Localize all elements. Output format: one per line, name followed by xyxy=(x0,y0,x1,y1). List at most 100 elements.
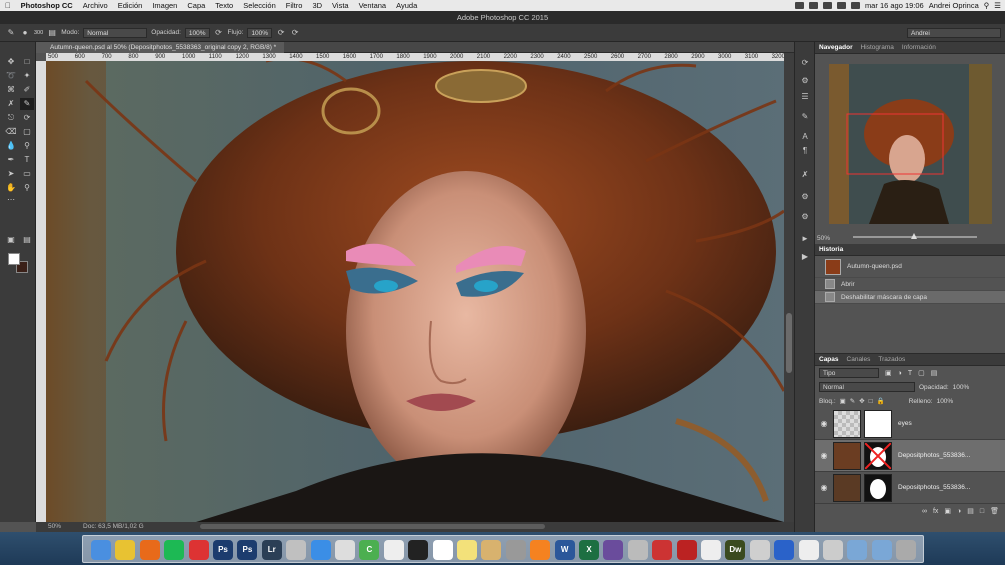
files-icon[interactable] xyxy=(481,540,502,560)
link-layers-icon[interactable]: ∞ xyxy=(922,508,927,515)
activity-icon[interactable] xyxy=(408,540,429,560)
spotify-icon[interactable] xyxy=(164,540,185,560)
menu-vista[interactable]: Vista xyxy=(327,1,354,10)
mode-select[interactable]: Normal xyxy=(83,27,148,38)
ps-icon[interactable]: Ps xyxy=(237,540,258,560)
filter-shape-icon[interactable]: ▢ xyxy=(918,369,925,377)
clock[interactable]: mar 16 ago 19:06 xyxy=(865,1,924,10)
brush-panel-icon[interactable]: ▤ xyxy=(47,28,57,38)
doc-info[interactable]: Doc: 63,5 MB/1,02 G xyxy=(83,522,144,532)
mosaic-icon[interactable] xyxy=(652,540,673,560)
ps-icon[interactable]: Ps xyxy=(213,540,233,560)
tab-navigator[interactable]: Navegador xyxy=(819,44,853,51)
character-panel-icon[interactable]: A xyxy=(799,132,811,142)
lock-pixels-icon[interactable]: ▣ xyxy=(840,397,846,405)
lock-all-icon[interactable]: 🔒 xyxy=(877,397,885,405)
menu-3d[interactable]: 3D xyxy=(307,1,327,10)
filter-smart-icon[interactable]: ▤ xyxy=(931,369,938,377)
safari-icon[interactable] xyxy=(310,540,331,560)
filezilla-icon[interactable] xyxy=(676,540,697,560)
brush-size[interactable]: 300 xyxy=(34,30,43,36)
path-select-icon[interactable]: ➤ xyxy=(4,168,18,180)
adjust-panel-icon[interactable]: ⚙ xyxy=(799,76,811,86)
move-tool-icon[interactable]: ✥ xyxy=(4,56,18,68)
clone-source-icon[interactable]: ⚙ xyxy=(799,212,811,222)
wifi-icon[interactable] xyxy=(836,2,846,9)
folder2-icon[interactable] xyxy=(871,540,892,560)
status-icon[interactable] xyxy=(808,2,818,9)
doc-icon[interactable] xyxy=(798,540,819,560)
layer-mask-thumbnail[interactable] xyxy=(864,473,892,502)
grid-icon[interactable] xyxy=(383,540,404,560)
fill-input[interactable]: 100% xyxy=(937,398,954,405)
screen-mode-icon[interactable]: ▤ xyxy=(20,234,34,246)
airbrush-icon[interactable]: ⟳ xyxy=(276,28,286,38)
tools-preset-icon[interactable]: ✗ xyxy=(799,170,811,180)
cal-icon[interactable] xyxy=(432,540,453,560)
lasso-tool-icon[interactable]: ➰ xyxy=(4,70,18,82)
horizontal-scrollbar[interactable] xyxy=(200,524,545,529)
adjustment-layer-icon[interactable]: ◑ xyxy=(957,508,961,515)
tab-information[interactable]: Información xyxy=(902,44,936,51)
blur-icon[interactable]: 💧 xyxy=(4,140,18,152)
calc-icon[interactable] xyxy=(627,540,648,560)
menu-texto[interactable]: Texto xyxy=(210,1,238,10)
status-icon[interactable] xyxy=(794,2,804,9)
brush-tool-icon[interactable]: ✎ xyxy=(20,98,34,110)
globe-icon[interactable] xyxy=(774,540,795,560)
workspace-select[interactable]: Andrei xyxy=(907,27,1001,38)
quick-mask-icon[interactable]: ▣ xyxy=(4,234,18,246)
mail2-icon[interactable] xyxy=(749,540,770,560)
trash-icon[interactable] xyxy=(896,540,917,560)
list-icon[interactable]: ☰ xyxy=(994,1,1001,10)
pressure-opacity-icon[interactable]: ⟳ xyxy=(214,28,224,38)
layer-row[interactable]: ◉ Depositphotos_553836... xyxy=(815,440,1005,472)
tab-paths[interactable]: Trazados xyxy=(878,356,905,363)
user-name[interactable]: Andrei Oprinca xyxy=(929,1,979,10)
apple-icon[interactable]:  xyxy=(0,1,16,10)
navigator-thumbnail[interactable] xyxy=(829,64,992,224)
lock-paint-icon[interactable]: ✎ xyxy=(850,397,855,405)
scroll-thumb[interactable] xyxy=(786,313,792,373)
filter-pixel-icon[interactable]: ▣ xyxy=(885,369,892,377)
gear-icon[interactable] xyxy=(505,540,526,560)
navigator-zoom[interactable]: 50% xyxy=(817,235,830,242)
tab-history[interactable]: Historia xyxy=(819,246,843,253)
lock-move-icon[interactable]: ✥ xyxy=(859,397,864,405)
mail-icon[interactable] xyxy=(335,540,355,560)
lr-icon[interactable]: Lr xyxy=(261,540,282,560)
tab-histogram[interactable]: Histograma xyxy=(861,44,894,51)
c-icon[interactable]: C xyxy=(359,540,380,560)
menu-capa[interactable]: Capa xyxy=(182,1,210,10)
eraser-icon[interactable]: ⌫ xyxy=(4,126,18,138)
layer-filter-select[interactable]: Tipo xyxy=(819,368,879,378)
battery-icon[interactable] xyxy=(850,2,860,9)
more-tools-icon[interactable]: ⋯ xyxy=(4,194,18,206)
menu-app-name[interactable]: Photoshop CC xyxy=(16,1,78,10)
menu-seleccion[interactable]: Selección xyxy=(238,1,281,10)
brush-preset-icon[interactable]: ● xyxy=(20,28,30,38)
finder-icon[interactable] xyxy=(91,540,111,560)
vertical-scrollbar[interactable] xyxy=(784,53,794,522)
layer-row[interactable]: ◉ eyes xyxy=(815,408,1005,440)
folder-icon[interactable] xyxy=(847,540,868,560)
add-mask-icon[interactable]: ▣ xyxy=(944,507,951,515)
preview-icon[interactable] xyxy=(286,540,307,560)
flow-input[interactable]: 100% xyxy=(247,27,273,38)
visibility-eye-icon[interactable]: ◉ xyxy=(815,451,833,460)
filter-adjust-icon[interactable]: ◑ xyxy=(898,370,902,377)
slider-handle-icon[interactable] xyxy=(911,233,917,239)
layer-name[interactable]: Depositphotos_553836... xyxy=(898,484,970,491)
play-icon[interactable]: ▶ xyxy=(799,252,811,262)
menu-ayuda[interactable]: Ayuda xyxy=(391,1,422,10)
imovie-icon[interactable] xyxy=(603,540,624,560)
lock-artboard-icon[interactable]: □ xyxy=(869,398,873,405)
actions-panel-icon[interactable]: ► xyxy=(799,234,811,244)
notes-icon[interactable] xyxy=(457,540,477,560)
healing-brush-icon[interactable]: ✗ xyxy=(4,98,18,110)
status-icon[interactable] xyxy=(822,2,832,9)
paragraph-panel-icon[interactable]: ¶ xyxy=(799,146,811,156)
history-step[interactable]: Abrir xyxy=(815,278,1005,291)
new-layer-icon[interactable]: □ xyxy=(980,508,984,515)
document-tab[interactable]: Autumn-queen.psd al 50% (Depositphotos_5… xyxy=(36,42,285,53)
